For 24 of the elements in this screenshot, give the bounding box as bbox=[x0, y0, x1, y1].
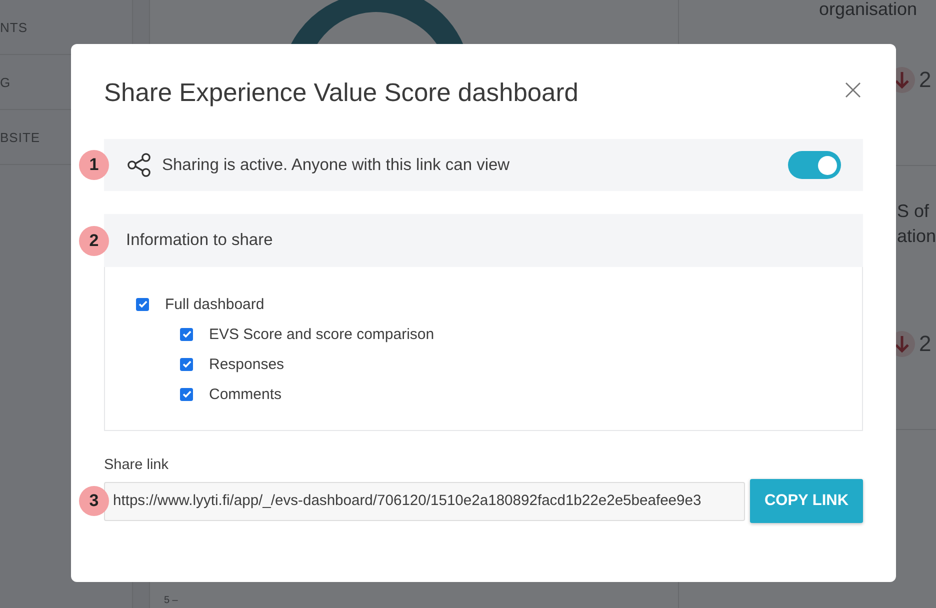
card-title: organisation bbox=[818, 0, 918, 21]
checkbox-option[interactable]: Full dashboard bbox=[136, 293, 831, 315]
trend-value: 2 bbox=[918, 67, 932, 93]
share-link-field[interactable]: https://www.lyyti.fi/app/_/evs-dashboard/706120/1510e2a180892facd1b22e2e5beafee9e3 bbox=[104, 482, 745, 520]
card-title: S of bbox=[896, 200, 930, 223]
share-icon bbox=[126, 152, 152, 178]
checkbox-option[interactable]: Responses bbox=[180, 353, 831, 375]
checkbox[interactable] bbox=[136, 298, 149, 310]
sharing-toggle[interactable] bbox=[788, 151, 841, 179]
axis-tick: 5 – bbox=[162, 595, 179, 608]
field-label: Share link bbox=[104, 457, 170, 473]
sharing-status: Sharing is active. Anyone with this link can view bbox=[162, 156, 511, 174]
checkbox-option[interactable]: EVS Score and score comparison bbox=[180, 323, 831, 345]
checkbox[interactable] bbox=[180, 388, 193, 400]
checkbox-option[interactable]: Comments bbox=[180, 383, 831, 405]
card-title: ation bbox=[896, 225, 936, 248]
step-badge: 1 bbox=[79, 150, 109, 180]
checkbox[interactable] bbox=[180, 358, 193, 370]
checkbox[interactable] bbox=[180, 328, 193, 340]
dialog-title: Share Experience Value Score dashboard bbox=[104, 78, 578, 109]
section-title: Information to share bbox=[126, 231, 274, 250]
step-badge: 2 bbox=[79, 226, 109, 256]
close-button[interactable] bbox=[843, 80, 863, 100]
trend-value: 2 bbox=[918, 331, 932, 357]
